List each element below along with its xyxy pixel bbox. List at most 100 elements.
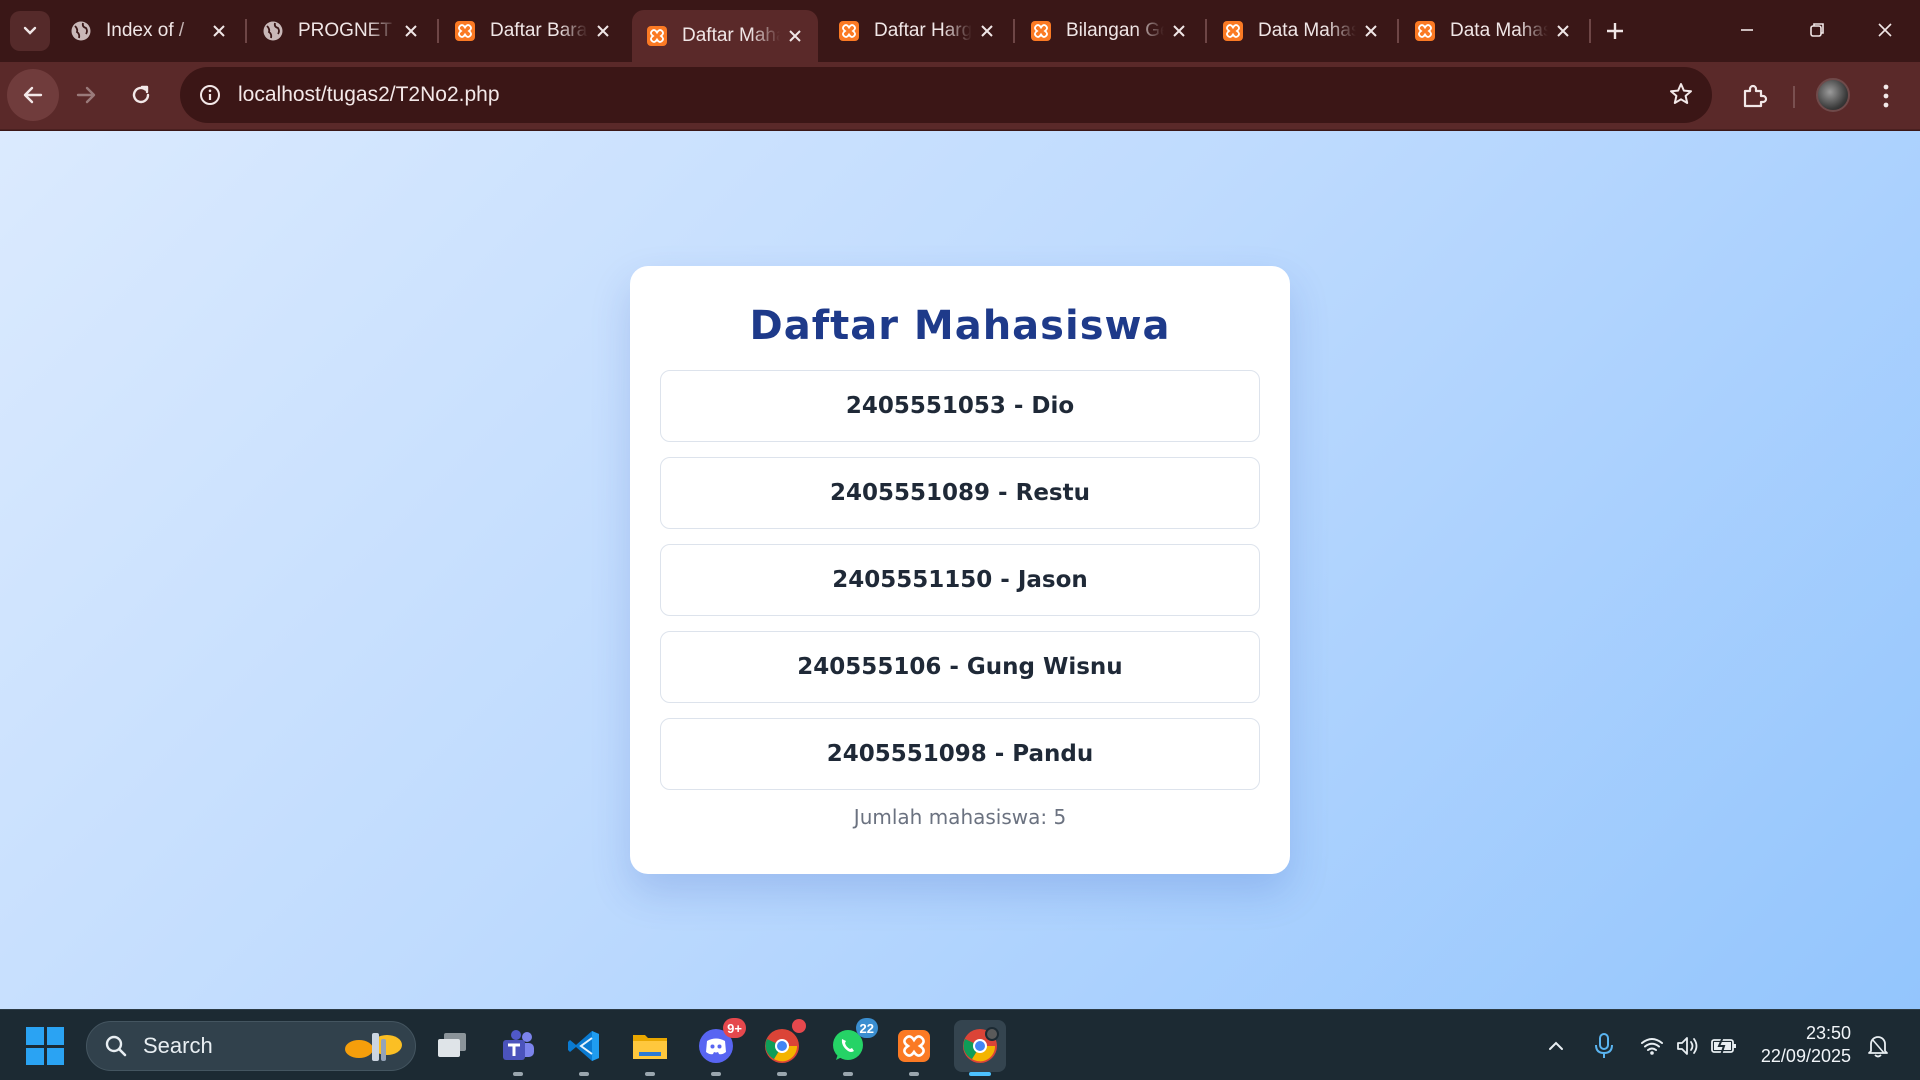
whatsapp-app[interactable]: 22 bbox=[822, 1018, 878, 1076]
student-item: 240555106 - Gung Wisnu bbox=[660, 631, 1260, 703]
tab-title: Daftar Mahasiswa bbox=[682, 25, 780, 46]
bookmark-star-icon[interactable] bbox=[1668, 81, 1694, 111]
chevron-up-icon bbox=[1549, 1041, 1563, 1050]
xampp-app[interactable] bbox=[888, 1020, 940, 1076]
xampp-icon bbox=[1414, 20, 1436, 42]
start-button[interactable] bbox=[26, 1027, 64, 1065]
browser-toolbar: localhost/tugas2/T2No2.php bbox=[0, 62, 1920, 130]
profile-avatar[interactable] bbox=[1816, 78, 1850, 112]
browser-tab[interactable]: PROGNET bbox=[248, 10, 434, 52]
teams-app[interactable] bbox=[492, 1020, 544, 1076]
vscode-icon bbox=[568, 1031, 599, 1061]
site-info-icon[interactable] bbox=[182, 67, 238, 123]
taskbar-clock[interactable]: 23:50 22/09/2025 bbox=[1755, 1022, 1851, 1068]
tab-close-icon[interactable] bbox=[588, 16, 618, 46]
restore-window-button[interactable] bbox=[1782, 6, 1852, 54]
clock-time: 23:50 bbox=[1805, 1023, 1851, 1043]
tab-title: PROGNET bbox=[298, 20, 392, 41]
browser-tab-strip: Index of / PROGNET Daftar Barang Daftar Mah… bbox=[0, 0, 1920, 62]
toolbar-divider bbox=[1793, 86, 1795, 108]
file-explorer-app[interactable] bbox=[624, 1020, 676, 1076]
tab-close-icon[interactable] bbox=[1164, 16, 1194, 46]
arrow-left-icon bbox=[23, 86, 43, 104]
xampp-icon bbox=[1222, 20, 1244, 42]
whatsapp-badge: 22 bbox=[855, 1018, 878, 1038]
search-icon bbox=[101, 1031, 131, 1061]
restore-icon bbox=[1810, 23, 1824, 37]
wifi-button[interactable] bbox=[1638, 1032, 1666, 1060]
taskbar-search[interactable]: Search bbox=[86, 1021, 416, 1071]
student-list: 2405551053 - Dio 2405551089 - Restu 2405… bbox=[660, 370, 1260, 790]
back-button[interactable] bbox=[7, 69, 59, 121]
browser-tab[interactable]: Data Mahasiswa bbox=[1208, 10, 1394, 52]
chrome-icon bbox=[963, 1027, 999, 1063]
tab-close-icon[interactable] bbox=[1548, 16, 1578, 46]
tab-title: Data Mahasiswa bbox=[1450, 20, 1548, 41]
forward-button[interactable] bbox=[60, 69, 112, 121]
folder-icon bbox=[633, 1035, 667, 1059]
close-icon bbox=[1878, 23, 1892, 37]
battery-charging-icon bbox=[1711, 1036, 1736, 1056]
clock-date: 22/09/2025 bbox=[1760, 1046, 1851, 1066]
speaker-icon bbox=[1677, 1037, 1698, 1055]
new-tab-button[interactable] bbox=[1596, 12, 1634, 50]
browser-tab[interactable]: Daftar Mahasiswa bbox=[632, 10, 818, 62]
url-text[interactable]: localhost/tugas2/T2No2.php bbox=[238, 83, 500, 107]
xampp-icon bbox=[646, 25, 668, 47]
extensions-button[interactable] bbox=[1734, 76, 1774, 116]
vscode-app[interactable] bbox=[558, 1020, 610, 1076]
tab-title: Data Mahasiswa bbox=[1258, 20, 1356, 41]
address-bar[interactable]: localhost/tugas2/T2No2.php bbox=[180, 67, 1712, 123]
plus-icon bbox=[1607, 23, 1623, 39]
search-label: Search bbox=[143, 1033, 213, 1058]
tab-close-icon[interactable] bbox=[204, 16, 234, 46]
tab-close-icon[interactable] bbox=[1356, 16, 1386, 46]
windows-taskbar: Search 9+ 22 23:50 22/09/2025 bbox=[0, 1009, 1920, 1080]
reload-button[interactable] bbox=[115, 69, 167, 121]
show-hidden-icons-button[interactable] bbox=[1542, 1032, 1570, 1060]
browser-tab[interactable]: Daftar Harga bbox=[824, 10, 1010, 52]
task-view-icon bbox=[438, 1033, 466, 1057]
tab-title: Daftar Harga bbox=[874, 20, 972, 41]
battery-button[interactable] bbox=[1710, 1032, 1738, 1060]
xampp-icon bbox=[898, 1030, 930, 1062]
browser-menu-button[interactable] bbox=[1866, 76, 1906, 116]
tab-close-icon[interactable] bbox=[396, 16, 426, 46]
tab-separator bbox=[1205, 19, 1207, 43]
student-count: Jumlah mahasiswa: 5 bbox=[853, 805, 1067, 829]
notifications-button[interactable] bbox=[1864, 1032, 1892, 1060]
browser-tab[interactable]: Daftar Barang bbox=[440, 10, 626, 52]
tab-title: Daftar Barang bbox=[490, 20, 588, 41]
student-item: 2405551150 - Jason bbox=[660, 544, 1260, 616]
volume-button[interactable] bbox=[1674, 1032, 1702, 1060]
student-item: 2405551053 - Dio bbox=[660, 370, 1260, 442]
task-view-button[interactable] bbox=[426, 1020, 478, 1072]
tab-search-button[interactable] bbox=[10, 11, 50, 51]
browser-tab[interactable]: Data Mahasiswa bbox=[1400, 10, 1586, 52]
student-item: 2405551089 - Restu bbox=[660, 457, 1260, 529]
browser-tab[interactable]: Index of / bbox=[56, 10, 242, 52]
microphone-icon bbox=[1595, 1033, 1613, 1058]
xampp-icon bbox=[838, 20, 860, 42]
close-window-button[interactable] bbox=[1850, 6, 1920, 54]
tab-separator bbox=[1013, 19, 1015, 43]
browser-tab[interactable]: Bilangan Genap bbox=[1016, 10, 1202, 52]
tab-separator bbox=[1589, 19, 1591, 43]
wifi-icon bbox=[1641, 1038, 1663, 1055]
tab-close-icon[interactable] bbox=[972, 16, 1002, 46]
chrome-profile-badge bbox=[792, 1019, 806, 1033]
tab-title: Bilangan Genap bbox=[1066, 20, 1164, 41]
chrome-app[interactable] bbox=[954, 1020, 1006, 1076]
page-title: Daftar Mahasiswa bbox=[749, 303, 1171, 349]
discord-app[interactable]: 9+ bbox=[690, 1018, 746, 1076]
chrome-profile-app[interactable] bbox=[756, 1019, 808, 1076]
student-card: Daftar Mahasiswa 2405551053 - Dio 240555… bbox=[630, 266, 1290, 874]
tab-close-icon[interactable] bbox=[780, 21, 810, 51]
page-viewport: Daftar Mahasiswa 2405551053 - Dio 240555… bbox=[0, 131, 1920, 1009]
teams-icon bbox=[503, 1030, 534, 1060]
tab-separator bbox=[437, 19, 439, 43]
arrow-right-icon bbox=[76, 86, 96, 104]
minimize-window-button[interactable] bbox=[1712, 6, 1782, 54]
chevron-down-icon bbox=[23, 26, 37, 35]
microphone-button[interactable] bbox=[1590, 1032, 1618, 1060]
